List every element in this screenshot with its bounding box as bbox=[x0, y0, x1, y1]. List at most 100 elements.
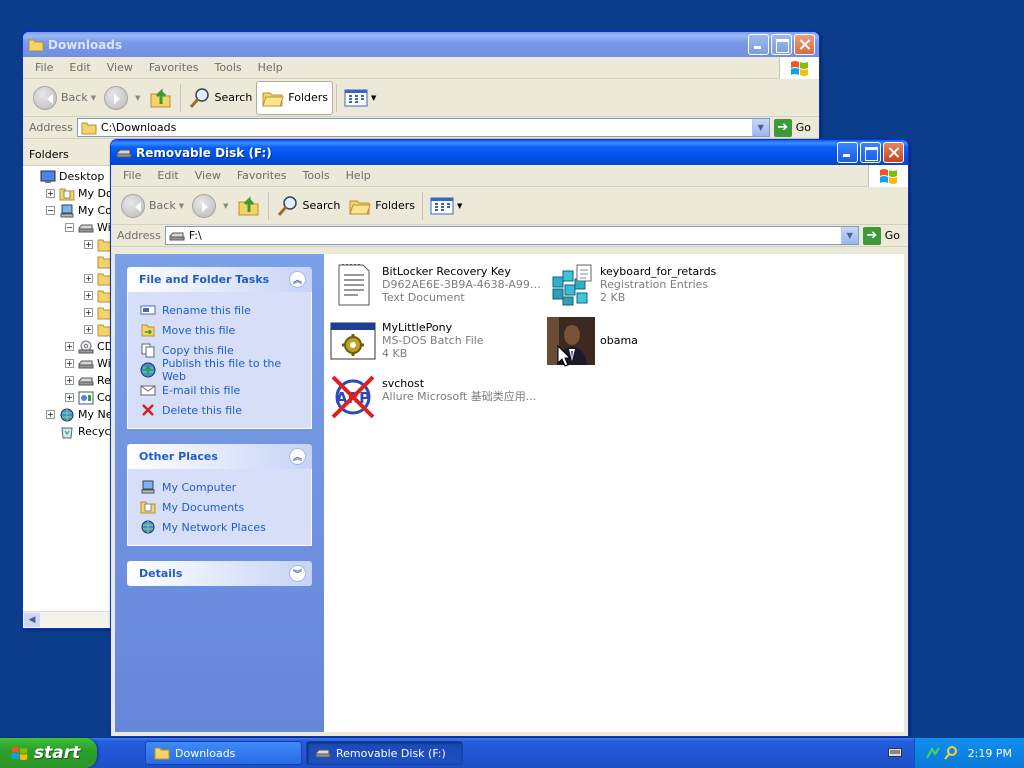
folders-button[interactable]: Folders bbox=[344, 189, 419, 223]
up-folder-button[interactable] bbox=[233, 189, 265, 223]
menu-favorites[interactable]: Favorites bbox=[229, 169, 295, 182]
removable-disk-titlebar[interactable]: Removable Disk (F:) bbox=[111, 140, 908, 165]
menu-tools[interactable]: Tools bbox=[295, 169, 338, 182]
collapse-icon[interactable]: ︽ bbox=[289, 448, 306, 465]
task-link[interactable]: My Computer bbox=[140, 477, 301, 497]
details-panel: Details ︾ bbox=[127, 561, 312, 586]
file-item[interactable]: keyboard_for_retards Registration Entries… bbox=[547, 261, 762, 309]
file-detail: 2 KB bbox=[600, 291, 626, 304]
taskbar-button-removable-disk[interactable]: Removable Disk (F:) bbox=[306, 741, 463, 765]
tree-expander-icon[interactable]: + bbox=[46, 189, 55, 198]
panel-header[interactable]: Other Places ︽ bbox=[127, 444, 312, 469]
menu-view[interactable]: View bbox=[187, 169, 229, 182]
file-detail: 4 KB bbox=[382, 347, 408, 360]
menu-help[interactable]: Help bbox=[338, 169, 379, 182]
my-network-icon bbox=[59, 408, 75, 422]
removable-drive-icon bbox=[78, 374, 94, 388]
file-item[interactable]: MyLittlePony MS-DOS Batch File 4 KB bbox=[329, 317, 544, 365]
address-dropdown-button[interactable]: ▼ bbox=[840, 227, 858, 244]
dropdown-arrow-icon: ▼ bbox=[90, 93, 97, 102]
removable-disk-window[interactable]: Removable Disk (F:) File Edit View Favor… bbox=[110, 139, 909, 737]
file-detail: Allure Microsoft 基础类应用... bbox=[382, 390, 537, 403]
folders-button[interactable]: Folders bbox=[256, 80, 334, 115]
address-dropdown-button[interactable]: ▼ bbox=[751, 119, 769, 136]
photo-thumbnail-icon bbox=[547, 317, 595, 365]
keyboard-icon[interactable] bbox=[888, 747, 902, 758]
file-name: keyboard_for_retards bbox=[600, 265, 717, 278]
tree-expander-icon[interactable]: + bbox=[84, 291, 93, 300]
network-icon[interactable] bbox=[925, 745, 941, 761]
scroll-left-icon[interactable]: ◀ bbox=[24, 613, 40, 627]
address-input[interactable]: C:\Downloads ▼ bbox=[76, 118, 770, 137]
menu-file[interactable]: File bbox=[27, 61, 61, 74]
search-button[interactable]: Search bbox=[272, 189, 345, 223]
expand-icon[interactable]: ︾ bbox=[289, 565, 306, 582]
tree-expander-icon[interactable]: + bbox=[65, 359, 74, 368]
maximize-button[interactable] bbox=[771, 34, 792, 55]
search-tray-icon[interactable] bbox=[943, 745, 959, 761]
task-pane: File and Folder Tasks ︽ Rename this file… bbox=[115, 254, 324, 732]
task-link[interactable]: Publish this file to the Web bbox=[140, 357, 301, 383]
forward-button[interactable]: ▼ bbox=[100, 81, 144, 115]
back-button[interactable]: Back ▼ bbox=[29, 81, 100, 115]
file-name: MyLittlePony bbox=[382, 321, 453, 334]
tree-expander-icon[interactable]: + bbox=[65, 376, 74, 385]
other-places-panel: Other Places ︽ My Computer My Documents My… bbox=[127, 444, 312, 546]
search-button[interactable]: Search bbox=[184, 81, 257, 115]
file-item[interactable]: ARP svchostAllure Microsoft 基础类应用... bbox=[329, 373, 544, 421]
up-folder-button[interactable] bbox=[145, 81, 177, 115]
file-item[interactable]: BitLocker Recovery Key D962AE6E-3B9A-4638… bbox=[329, 261, 544, 309]
address-input[interactable]: F:\ ▼ bbox=[164, 226, 859, 245]
task-link[interactable]: Delete this file bbox=[140, 400, 301, 420]
tree-expander-icon[interactable]: + bbox=[65, 342, 74, 351]
dropdown-arrow-icon: ▼ bbox=[223, 201, 229, 210]
address-bar: Address C:\Downloads ▼ ➔ Go bbox=[23, 117, 819, 139]
clock: 2:19 PM bbox=[967, 746, 1012, 760]
start-button[interactable]: start bbox=[0, 738, 97, 768]
taskbar-button-downloads[interactable]: Downloads bbox=[145, 741, 302, 765]
go-button[interactable]: ➔ Go bbox=[859, 226, 908, 245]
task-link[interactable]: My Network Places bbox=[140, 517, 301, 537]
tree-expander-icon[interactable]: − bbox=[46, 206, 55, 215]
maximize-button[interactable] bbox=[860, 142, 881, 163]
downloads-titlebar[interactable]: Downloads bbox=[23, 32, 819, 57]
folder-icon bbox=[28, 39, 44, 51]
close-button[interactable] bbox=[794, 34, 815, 55]
menu-edit[interactable]: Edit bbox=[61, 61, 98, 74]
file-item[interactable]: obama bbox=[547, 317, 762, 365]
tree-expander-icon[interactable]: + bbox=[46, 410, 55, 419]
forward-button[interactable]: ▼ bbox=[188, 189, 232, 223]
menu-help[interactable]: Help bbox=[250, 61, 291, 74]
task-link[interactable]: Move this file bbox=[140, 320, 301, 340]
toolbar-separator bbox=[267, 191, 269, 220]
views-button[interactable]: ▼ bbox=[426, 189, 466, 223]
rename-icon bbox=[140, 302, 156, 318]
back-arrow-icon bbox=[33, 85, 57, 110]
address-label: Address bbox=[29, 121, 73, 134]
menu-favorites[interactable]: Favorites bbox=[141, 61, 207, 74]
tree-expander-icon[interactable]: + bbox=[84, 274, 93, 283]
views-button[interactable]: ▼ bbox=[340, 81, 380, 115]
go-button[interactable]: ➔ Go bbox=[770, 118, 819, 137]
menu-edit[interactable]: Edit bbox=[149, 169, 186, 182]
tree-expander-icon[interactable]: + bbox=[84, 240, 93, 249]
tree-expander-icon[interactable]: − bbox=[65, 223, 74, 232]
minimize-button[interactable] bbox=[748, 34, 769, 55]
back-button[interactable]: Back ▼ bbox=[117, 189, 188, 223]
folder-icon bbox=[154, 747, 170, 760]
task-link[interactable]: E-mail this file bbox=[140, 380, 301, 400]
panel-header[interactable]: Details ︾ bbox=[127, 561, 312, 586]
tree-expander-icon[interactable]: + bbox=[84, 325, 93, 334]
panel-header[interactable]: File and Folder Tasks ︽ bbox=[127, 267, 312, 292]
desktop-icon bbox=[40, 170, 56, 184]
collapse-icon[interactable]: ︽ bbox=[289, 271, 306, 288]
menu-view[interactable]: View bbox=[99, 61, 141, 74]
tree-expander-icon[interactable]: + bbox=[65, 393, 74, 402]
minimize-button[interactable] bbox=[837, 142, 858, 163]
menu-file[interactable]: File bbox=[115, 169, 149, 182]
tree-expander-icon[interactable]: + bbox=[84, 308, 93, 317]
menu-tools[interactable]: Tools bbox=[207, 61, 250, 74]
task-link[interactable]: My Documents bbox=[140, 497, 301, 517]
close-button[interactable] bbox=[883, 142, 904, 163]
task-link[interactable]: Rename this file bbox=[140, 300, 301, 320]
